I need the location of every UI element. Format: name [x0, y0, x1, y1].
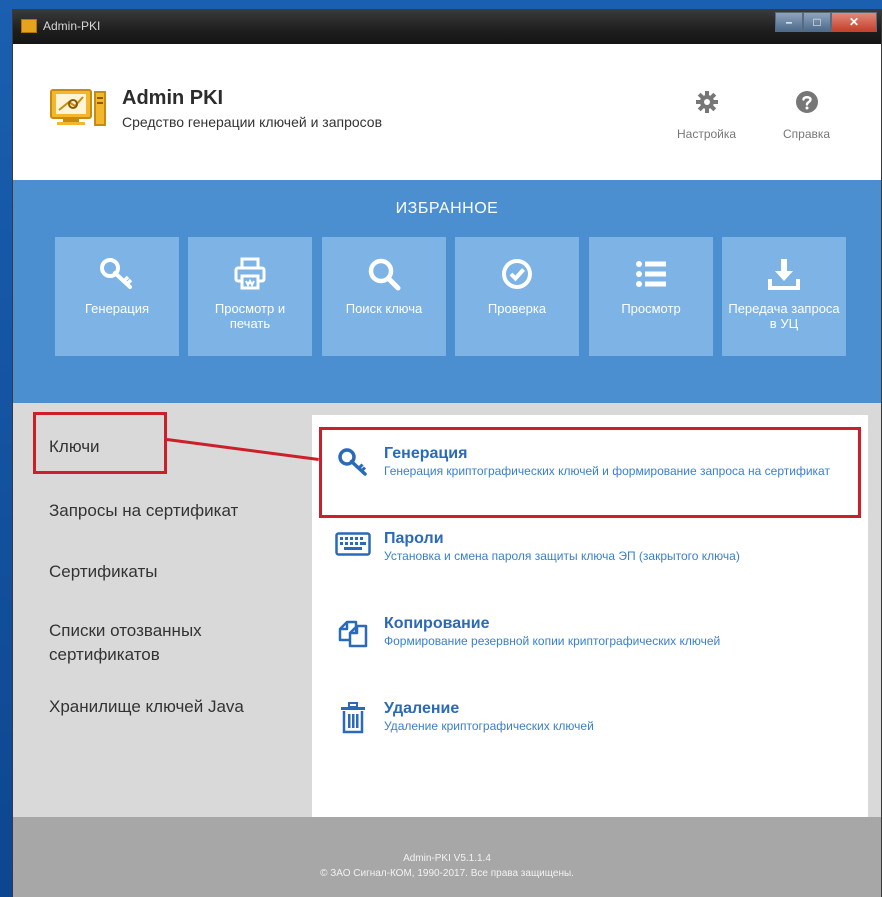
func-passwords[interactable]: Пароли Установка и смена пароля защиты к…	[334, 530, 854, 564]
list-icon	[634, 257, 668, 291]
func-name: Удаление	[384, 700, 460, 717]
gear-icon	[695, 90, 719, 119]
app-window: Admin-PKI – □ ✕ Admin PKI Средство генер…	[12, 9, 882, 897]
app-footer: Admin-PKI V5.1.1.4 © ЗАО Сигнал-КОМ, 199…	[13, 817, 881, 897]
app-header: Admin PKI Средство генерации ключей и за…	[13, 44, 881, 180]
func-desc: Формирование резервной копии криптографи…	[384, 634, 721, 648]
favorites-title: ИЗБРАННОЕ	[395, 200, 499, 217]
help-button[interactable]: Справка	[783, 90, 830, 141]
keyboard-icon	[334, 530, 372, 564]
maximize-icon: □	[813, 15, 821, 29]
check-circle-icon	[500, 257, 534, 291]
func-name: Генерация	[384, 445, 468, 462]
settings-label: Настройка	[677, 127, 737, 141]
copyright-text: © ЗАО Сигнал-КОМ, 1990-2017. Все права з…	[320, 868, 574, 879]
func-name: Пароли	[384, 530, 444, 547]
func-generation[interactable]: Генерация Генерация криптографических кл…	[334, 445, 854, 479]
func-delete[interactable]: Удаление Удаление криптографических ключ…	[334, 700, 854, 734]
app-icon	[21, 19, 37, 33]
func-desc: Генерация криптографических ключей и фор…	[384, 464, 830, 478]
version-text: Admin-PKI V5.1.1.4	[403, 853, 491, 864]
help-label: Справка	[783, 127, 831, 141]
app-logo-icon	[49, 88, 107, 133]
nav-item-cert-requests[interactable]: Запросы на сертификат	[49, 499, 238, 523]
fav-tile-label: Просмотр	[621, 301, 681, 316]
nav-item-crl[interactable]: Списки отозванных сертификатов	[49, 619, 279, 667]
func-desc: Удаление криптографических ключей	[384, 719, 594, 733]
main-content: Ключи Запросы на сертификат Сертификаты …	[13, 403, 881, 817]
fav-tile-view-print[interactable]: Просмотр и печать	[188, 237, 312, 356]
search-icon	[367, 257, 401, 291]
fav-tile-view[interactable]: Просмотр	[589, 237, 713, 356]
key-icon	[99, 257, 135, 291]
app-name: Admin PKI	[122, 87, 224, 109]
fav-tile-label: Просмотр и печать	[214, 301, 286, 331]
maximize-button[interactable]: □	[803, 12, 831, 32]
download-icon	[767, 257, 801, 291]
favorites-panel: ИЗБРАННОЕ Генерация Просмотр и печать По…	[13, 180, 881, 403]
minimize-icon: –	[785, 15, 793, 29]
close-icon: ✕	[848, 15, 860, 29]
fav-tile-generation[interactable]: Генерация	[55, 237, 179, 356]
settings-button[interactable]: Настройка	[677, 90, 736, 141]
fav-tile-key-search[interactable]: Поиск ключа	[322, 237, 446, 356]
app-subtitle: Средство генерации ключей и запросов	[122, 114, 383, 130]
fav-tile-label: Генерация	[84, 301, 150, 316]
fav-tile-send-request[interactable]: Передача запроса в УЦ	[722, 237, 846, 356]
copy-icon	[334, 615, 372, 649]
minimize-button[interactable]: –	[775, 12, 803, 32]
help-icon	[795, 90, 819, 119]
nav-item-keys[interactable]: Ключи	[49, 435, 100, 459]
window-title: Admin-PKI	[43, 19, 101, 33]
fav-tile-label: Проверка	[487, 301, 547, 316]
printer-icon	[233, 257, 267, 291]
functions-panel: Генерация Генерация криптографических кл…	[312, 415, 868, 817]
window-controls: – □ ✕	[775, 12, 877, 32]
nav-item-java-keystore[interactable]: Хранилище ключей Java	[49, 695, 244, 719]
trash-icon	[334, 700, 372, 734]
nav-item-certificates[interactable]: Сертификаты	[49, 560, 157, 584]
close-button[interactable]: ✕	[831, 12, 877, 32]
func-name: Копирование	[384, 615, 490, 632]
func-copy[interactable]: Копирование Формирование резервной копии…	[334, 615, 854, 649]
fav-tile-label: Поиск ключа	[345, 301, 423, 316]
fav-tile-verify[interactable]: Проверка	[455, 237, 579, 356]
func-desc: Установка и смена пароля защиты ключа ЭП…	[384, 549, 740, 563]
fav-tile-label: Передача запроса в УЦ	[728, 301, 840, 331]
key-icon	[334, 445, 372, 479]
title-bar[interactable]: Admin-PKI – □ ✕	[13, 10, 881, 44]
